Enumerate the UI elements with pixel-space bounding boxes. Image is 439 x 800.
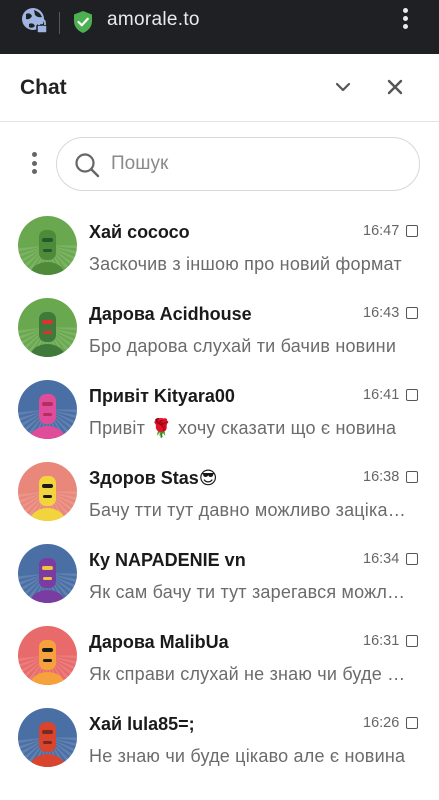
- select-checkbox[interactable]: [406, 553, 418, 565]
- chat-preview: Заскочив з іншою про новий формат: [89, 254, 402, 274]
- avatar[interactable]: [18, 462, 77, 521]
- chat-header: Chat: [0, 54, 439, 122]
- select-checkbox[interactable]: [406, 307, 418, 319]
- chat-name: Хай сососо: [89, 222, 190, 242]
- avatar[interactable]: [18, 298, 77, 357]
- chat-list-item[interactable]: Дарова MalibUa 16:31 Як справи слухай не з…: [0, 614, 439, 696]
- avatar[interactable]: [18, 216, 77, 275]
- chat-preview: Бачу тти тут давно можливо зацікавить: [89, 500, 411, 520]
- globe-lock-icon[interactable]: [20, 6, 50, 36]
- avatar[interactable]: [18, 544, 77, 603]
- search-box[interactable]: [56, 137, 420, 191]
- chat-preview: Бро дарова слухай ти бачив новини: [89, 336, 397, 356]
- chat-name: Дарова Acidhouse: [89, 304, 252, 324]
- chevron-down-icon[interactable]: [332, 76, 354, 98]
- chat-list-item[interactable]: Привіт Kityara00 16:41 Привіт 🌹 хочу сказа…: [0, 368, 439, 450]
- chat-time: 16:34: [363, 551, 400, 567]
- close-icon[interactable]: [383, 75, 407, 99]
- avatar[interactable]: [18, 626, 77, 685]
- chat-time: 16:38: [363, 469, 400, 485]
- chat-preview: Як сам бачу ти тут зарегався можливо: [89, 582, 411, 602]
- chat-name: Привіт Kityara00: [89, 386, 235, 406]
- avatar[interactable]: [18, 708, 77, 767]
- more-options-icon[interactable]: [28, 152, 40, 178]
- chat-time: 16:41: [363, 387, 400, 403]
- select-checkbox[interactable]: [406, 225, 418, 237]
- chat-list-item[interactable]: Здоров Stas😎 16:38 Бачу тти тут давно можл…: [0, 450, 439, 532]
- chat-time: 16:31: [363, 633, 400, 649]
- shield-check-icon[interactable]: [72, 10, 94, 34]
- chat-list-item[interactable]: Хай сососо 16:47 Заскочив з іншою про нови…: [0, 204, 439, 286]
- browser-bar: amorale.to: [0, 0, 439, 54]
- chat-name: Хай lula85=;: [89, 714, 195, 734]
- chat-time: 16:26: [363, 715, 400, 731]
- avatar[interactable]: [18, 380, 77, 439]
- chat-name: Дарова MalibUa: [89, 632, 229, 652]
- select-checkbox[interactable]: [406, 389, 418, 401]
- page-title: Chat: [20, 76, 67, 99]
- chat-list-item[interactable]: Дарова Acidhouse 16:43 Бро дарова слухай т…: [0, 286, 439, 368]
- select-checkbox[interactable]: [406, 471, 418, 483]
- chat-time: 16:43: [363, 305, 400, 321]
- chat-list: Хай сососо 16:47 Заскочив з іншою про нови…: [0, 204, 439, 778]
- search-input[interactable]: [111, 138, 411, 190]
- chat-time: 16:47: [363, 223, 400, 239]
- chat-name: Ку NAPADENIE vn: [89, 550, 246, 570]
- url-divider: [59, 12, 60, 34]
- chat-preview: Не знаю чи буде цікаво але є новина: [89, 746, 406, 766]
- select-checkbox[interactable]: [406, 635, 418, 647]
- chat-list-item[interactable]: Хай lula85=; 16:26 Не знаю чи буде цікаво …: [0, 696, 439, 778]
- chat-preview: Як справи слухай не знаю чи буде цікаво: [89, 664, 411, 684]
- browser-more-icon[interactable]: [398, 8, 412, 36]
- chat-name: Здоров Stas😎: [89, 468, 218, 488]
- chat-list-item[interactable]: Ку NAPADENIE vn 16:34 Як сам бачу ти тут з…: [0, 532, 439, 614]
- select-checkbox[interactable]: [406, 717, 418, 729]
- chat-preview: Привіт 🌹 хочу сказати що є новина: [89, 418, 397, 438]
- url-text[interactable]: amorale.to: [107, 9, 200, 31]
- search-icon: [75, 153, 100, 178]
